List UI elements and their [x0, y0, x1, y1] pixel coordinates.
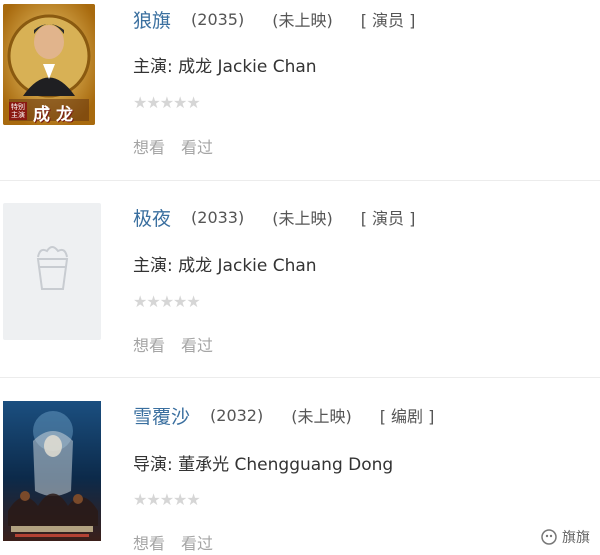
movie-title-link[interactable]: 雪覆沙 — [133, 402, 190, 429]
movie-poster-langqi[interactable]: 特别 主演 成龙 — [3, 4, 95, 125]
movie-credit: 主演: 成龙 Jackie Chan — [133, 256, 317, 276]
movie-title-link[interactable]: 极夜 — [133, 204, 171, 231]
movie-role: [ 演员 ] — [360, 11, 416, 30]
movie-actions: 想看 看过 — [133, 332, 213, 356]
poster-title-text: 成龙 — [33, 105, 79, 125]
movie-year: (2033) — [191, 207, 245, 227]
want-to-watch-button[interactable]: 想看 — [133, 530, 165, 554]
poster-art — [3, 401, 101, 541]
rating-stars[interactable]: ★★★★★ — [133, 490, 201, 509]
watched-button[interactable]: 看过 — [181, 332, 213, 356]
movie-role: [ 演员 ] — [360, 209, 416, 228]
movie-poster-placeholder[interactable] — [3, 203, 101, 340]
movie-status: (未上映) — [291, 407, 352, 426]
want-to-watch-button[interactable]: 想看 — [133, 134, 165, 158]
rating-stars[interactable]: ★★★★★ — [133, 93, 201, 112]
watched-button[interactable]: 看过 — [181, 530, 213, 554]
movie-year: (2035) — [191, 9, 245, 29]
movie-credit: 导演: 董承光 Chengguang Dong — [133, 455, 394, 475]
movie-poster-xuefusha[interactable] — [3, 401, 101, 541]
movie-actions: 想看 看过 — [133, 134, 213, 158]
watermark: 旗旗 — [541, 527, 590, 547]
want-to-watch-button[interactable]: 想看 — [133, 332, 165, 356]
rating-stars[interactable]: ★★★★★ — [133, 292, 201, 311]
movie-title-row: 极夜 (2033) (未上映) [ 演员 ] — [133, 204, 415, 230]
movie-actions: 想看 看过 — [133, 530, 213, 554]
item-divider — [0, 377, 600, 378]
item-divider — [0, 180, 600, 181]
movie-year: (2032) — [210, 405, 264, 425]
movie-status: (未上映) — [272, 209, 333, 228]
poster-subtext: 特别 主演 — [9, 102, 27, 120]
watermark-logo-icon — [541, 529, 557, 545]
movie-title-link[interactable]: 狼旗 — [133, 6, 171, 33]
watermark-text: 旗旗 — [562, 530, 590, 546]
movie-role: [ 编剧 ] — [379, 407, 435, 426]
watched-button[interactable]: 看过 — [181, 134, 213, 158]
movie-status: (未上映) — [272, 11, 333, 30]
movie-title-row: 雪覆沙 (2032) (未上映) [ 编剧 ] — [133, 402, 434, 428]
movie-title-row: 狼旗 (2035) (未上映) [ 演员 ] — [133, 6, 415, 32]
popcorn-icon — [36, 246, 69, 290]
movie-credit: 主演: 成龙 Jackie Chan — [133, 57, 317, 77]
